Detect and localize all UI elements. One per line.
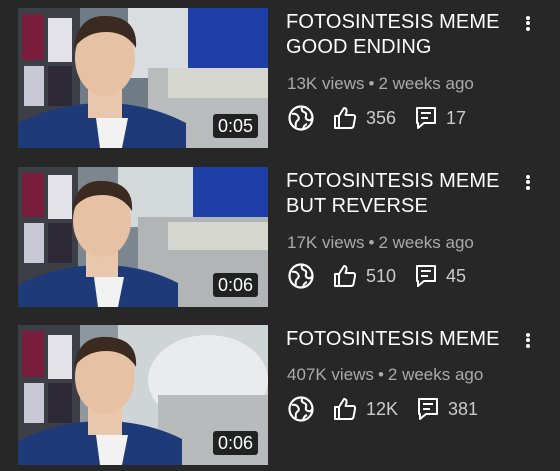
video-list: 0:05 FOTOSINTESIS MEME GOOD ENDING 13K v… [0,0,560,471]
upload-age: 2 weeks ago [378,233,474,252]
video-duration: 0:06 [212,431,258,455]
visibility-public[interactable] [287,104,315,132]
video-item[interactable]: 0:06 FOTOSINTESIS MEME BUT REVERSE 17K v… [0,159,560,307]
video-item[interactable]: 0:06 FOTOSINTESIS MEME 407K views • 2 week… [0,317,560,465]
comment-icon [418,398,439,420]
comments-button[interactable]: 45 [414,263,466,289]
more-options-button[interactable] [516,167,540,197]
video-actions: 12K 381 [287,394,478,424]
thumbs-up-icon [334,265,357,287]
video-actions: 510 45 [287,261,466,291]
more-vertical-icon [526,14,530,32]
thumbs-up-icon [334,398,357,420]
video-meta: 13K views • 2 weeks ago [287,74,474,94]
more-vertical-icon [526,331,530,349]
video-duration: 0:05 [212,114,258,138]
comments-button[interactable]: 381 [416,396,478,422]
video-duration: 0:06 [212,273,258,297]
like-button[interactable]: 12K [332,396,398,422]
more-vertical-icon [526,173,530,191]
video-actions: 356 17 [287,103,466,133]
upload-age: 2 weeks ago [378,74,474,93]
video-title[interactable]: FOTOSINTESIS MEME [286,327,506,352]
like-button[interactable]: 510 [332,263,396,289]
video-meta: 407K views • 2 weeks ago [287,365,483,385]
video-title[interactable]: FOTOSINTESIS MEME GOOD ENDING [286,10,506,60]
comments-button[interactable]: 17 [414,105,466,131]
comment-count: 45 [446,265,467,286]
view-count: 13K views [287,74,365,93]
comment-icon [416,265,437,287]
thumbs-up-icon [334,107,357,129]
visibility-public[interactable] [287,262,315,290]
globe-icon [288,263,314,289]
meta-separator: • [368,74,375,93]
globe-icon [288,396,314,422]
upload-age: 2 weeks ago [387,365,484,384]
like-count: 510 [366,265,397,286]
visibility-public[interactable] [287,395,315,423]
like-count: 356 [366,107,397,128]
video-thumbnail[interactable]: 0:06 [18,325,268,465]
view-count: 17K views [287,233,365,252]
globe-icon [288,105,314,131]
video-title[interactable]: FOTOSINTESIS MEME BUT REVERSE [286,169,506,219]
video-item[interactable]: 0:05 FOTOSINTESIS MEME GOOD ENDING 13K v… [0,0,560,148]
more-options-button[interactable] [516,8,540,38]
meta-separator: • [368,233,375,252]
like-button[interactable]: 356 [332,105,396,131]
like-count: 12K [366,398,399,419]
comment-count: 17 [446,107,467,128]
more-options-button[interactable] [516,325,540,355]
comment-count: 381 [448,398,479,419]
view-count: 407K views [287,365,374,384]
video-thumbnail[interactable]: 0:05 [18,8,268,148]
video-meta: 17K views • 2 weeks ago [287,233,474,253]
meta-separator: • [377,365,384,384]
comment-icon [416,107,437,129]
video-thumbnail[interactable]: 0:06 [18,167,268,307]
